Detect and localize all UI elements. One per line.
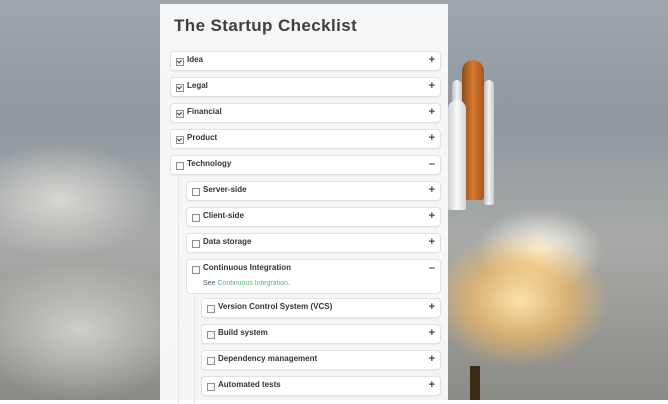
expand-icon[interactable]: + bbox=[429, 300, 435, 314]
item-label: Technology bbox=[187, 159, 232, 168]
checklist-item-legal[interactable]: Legal + bbox=[170, 77, 441, 97]
expand-icon[interactable]: + bbox=[429, 352, 435, 366]
checklist-item-continuous-integration[interactable]: Continuous Integration – See Continuous … bbox=[186, 259, 441, 294]
checklist-item-build-system[interactable]: Build system + bbox=[201, 324, 441, 344]
expand-icon[interactable]: + bbox=[429, 209, 435, 223]
checkbox-checked[interactable] bbox=[176, 110, 184, 118]
checklist-item-automated-tests[interactable]: Automated tests + bbox=[201, 376, 441, 396]
checkbox-unchecked[interactable] bbox=[192, 240, 200, 248]
expand-icon[interactable]: + bbox=[429, 378, 435, 392]
checklist-item-financial[interactable]: Financial + bbox=[170, 103, 441, 123]
expand-icon[interactable]: + bbox=[429, 235, 435, 249]
page-title: The Startup Checklist bbox=[174, 16, 358, 35]
checklist-item-dependency-management[interactable]: Dependency management + bbox=[201, 350, 441, 370]
orbiter bbox=[448, 100, 466, 210]
continuous-integration-link[interactable]: Continuous Integration bbox=[217, 280, 287, 287]
item-label: Data storage bbox=[203, 237, 252, 246]
checklist-item-server-side[interactable]: Server-side + bbox=[186, 181, 441, 201]
item-label: Financial bbox=[187, 107, 222, 116]
tree-guide-line bbox=[178, 175, 179, 404]
checklist-panel: The Startup Checklist Idea + Legal + Fin… bbox=[160, 4, 448, 404]
item-label: Idea bbox=[187, 55, 204, 64]
checklist-item-idea[interactable]: Idea + bbox=[170, 51, 441, 71]
expand-icon[interactable]: + bbox=[429, 53, 435, 67]
checkbox-unchecked[interactable] bbox=[207, 383, 215, 391]
expand-icon[interactable]: + bbox=[429, 105, 435, 119]
tree-guide-line bbox=[194, 296, 195, 404]
note-suffix: . bbox=[287, 280, 290, 287]
note-prefix: See bbox=[203, 280, 216, 287]
expand-icon[interactable]: + bbox=[429, 79, 435, 93]
checkbox-unchecked[interactable] bbox=[207, 357, 215, 365]
item-label: Client-side bbox=[203, 211, 244, 220]
item-description: See Continuous Integration. bbox=[203, 280, 290, 287]
item-label: Server-side bbox=[203, 185, 247, 194]
item-label: Automated tests bbox=[218, 380, 281, 389]
checklist-item-client-side[interactable]: Client-side + bbox=[186, 207, 441, 227]
checkbox-unchecked[interactable] bbox=[192, 188, 200, 196]
item-label: Continuous Integration bbox=[203, 263, 291, 272]
checklist-item-product[interactable]: Product + bbox=[170, 129, 441, 149]
item-label: Version Control System (VCS) bbox=[218, 302, 333, 311]
launch-tower bbox=[470, 366, 480, 400]
checkbox-unchecked[interactable] bbox=[192, 214, 200, 222]
checkbox-unchecked[interactable] bbox=[192, 266, 200, 274]
checkbox-checked[interactable] bbox=[176, 136, 184, 144]
checklist-item-vcs[interactable]: Version Control System (VCS) + bbox=[201, 298, 441, 318]
checkbox-checked[interactable] bbox=[176, 58, 184, 66]
checklist-item-data-storage[interactable]: Data storage + bbox=[186, 233, 441, 253]
item-label: Product bbox=[187, 133, 218, 142]
booster-right bbox=[484, 80, 494, 205]
expand-icon[interactable]: + bbox=[429, 183, 435, 197]
checkbox-unchecked[interactable] bbox=[207, 305, 215, 313]
rocket-illustration bbox=[448, 60, 500, 210]
collapse-icon[interactable]: – bbox=[429, 261, 435, 275]
checkbox-checked[interactable] bbox=[176, 84, 184, 92]
expand-icon[interactable]: + bbox=[429, 326, 435, 340]
checkbox-unchecked[interactable] bbox=[176, 162, 184, 170]
checklist-item-technology[interactable]: Technology – bbox=[170, 155, 441, 175]
item-label: Legal bbox=[187, 81, 208, 90]
collapse-icon[interactable]: – bbox=[429, 157, 435, 171]
item-label: Build system bbox=[218, 328, 268, 337]
item-label: Dependency management bbox=[218, 354, 318, 363]
checkbox-unchecked[interactable] bbox=[207, 331, 215, 339]
expand-icon[interactable]: + bbox=[429, 131, 435, 145]
